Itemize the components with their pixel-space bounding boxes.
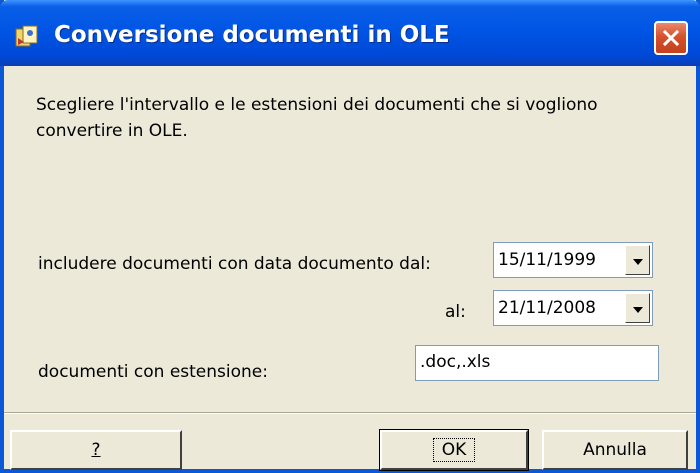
chevron-down-icon bbox=[632, 299, 644, 318]
close-icon bbox=[662, 29, 680, 47]
date-from-dropdown-button[interactable] bbox=[625, 245, 650, 275]
app-icon bbox=[14, 24, 40, 48]
help-button[interactable]: ? bbox=[10, 430, 182, 470]
date-to-combobox[interactable]: 21/11/2008 bbox=[493, 290, 653, 326]
extension-input[interactable]: .doc,.xls bbox=[415, 345, 659, 381]
ok-button[interactable]: OK bbox=[379, 429, 529, 471]
date-from-value: 15/11/1999 bbox=[498, 250, 596, 270]
help-button-label: ? bbox=[91, 440, 101, 460]
date-to-dropdown-button[interactable] bbox=[625, 293, 650, 323]
chevron-down-icon bbox=[632, 251, 644, 270]
date-to-value: 21/11/2008 bbox=[498, 298, 596, 318]
dialog-window: Conversione documenti in OLE Scegliere l… bbox=[0, 0, 700, 473]
ok-button-label: OK bbox=[432, 438, 476, 462]
date-from-label: includere documenti con data documento d… bbox=[38, 254, 431, 274]
date-from-combobox[interactable]: 15/11/1999 bbox=[493, 242, 653, 278]
instruction-text: Scegliere l'intervallo e le estensioni d… bbox=[36, 95, 598, 141]
cancel-button-label: Annulla bbox=[583, 440, 647, 460]
close-button[interactable] bbox=[654, 21, 688, 55]
window-title: Conversione documenti in OLE bbox=[54, 22, 450, 48]
title-bar[interactable]: Conversione documenti in OLE bbox=[0, 0, 700, 66]
extension-label: documenti con estensione: bbox=[38, 362, 268, 382]
footer-separator bbox=[4, 412, 696, 414]
cancel-button[interactable]: Annulla bbox=[542, 430, 688, 470]
date-to-label: al: bbox=[445, 302, 466, 322]
